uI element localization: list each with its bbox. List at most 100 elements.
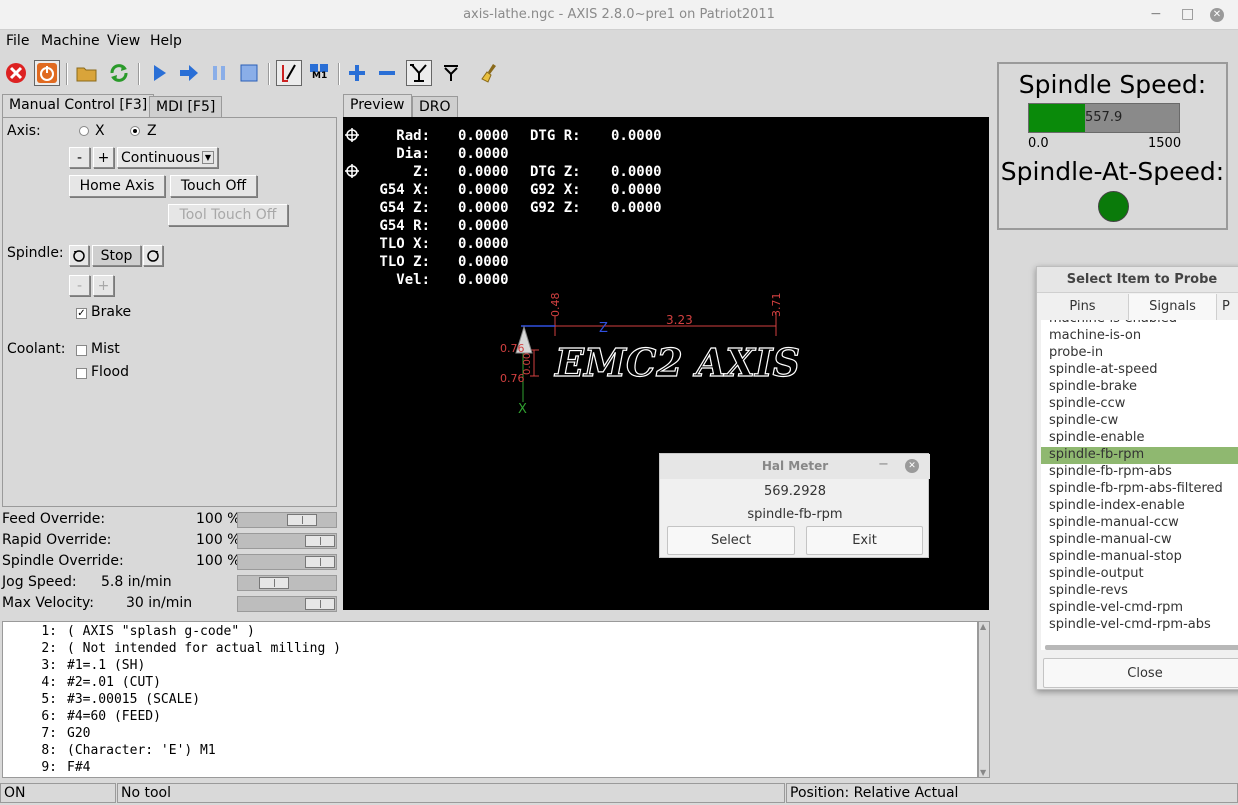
signal-list-item[interactable]: spindle-fb-rpm-abs-filtered [1041, 481, 1238, 498]
hal-meter-select-button[interactable]: Select [667, 526, 795, 555]
tab-mdi[interactable]: MDI [F5] [149, 96, 223, 118]
signal-list-item[interactable]: spindle-at-speed [1041, 362, 1238, 379]
probe-tab-params[interactable]: P [1222, 294, 1238, 320]
probe-close-button[interactable]: Close [1043, 658, 1238, 688]
tab-dro[interactable]: DRO [412, 96, 458, 118]
brake-label[interactable]: Brake [91, 304, 131, 320]
hal-meter-title: Hal Meter [761, 459, 829, 473]
dim-z-label: 3.23 [666, 313, 693, 327]
step-icon[interactable] [176, 60, 202, 86]
signal-list[interactable]: machine-is-enabledmachine-is-onprobe-ins… [1041, 320, 1238, 650]
minimize-icon[interactable]: − [1150, 6, 1162, 22]
close-icon[interactable]: ✕ [905, 459, 919, 473]
probe-tab-signals[interactable]: Signals [1129, 294, 1217, 320]
reload-icon[interactable] [106, 60, 132, 86]
signal-list-item[interactable]: machine-is-on [1041, 328, 1238, 345]
signal-list-item[interactable]: spindle-enable [1041, 430, 1238, 447]
mist-label[interactable]: Mist [91, 341, 120, 357]
spindle-plus-button[interactable]: + [93, 275, 114, 296]
feed-override-thumb[interactable] [287, 514, 317, 526]
rapid-override-thumb[interactable] [305, 535, 335, 547]
mist-checkbox[interactable] [76, 345, 87, 356]
jog-speed-thumb[interactable] [259, 577, 289, 589]
signal-list-item[interactable]: spindle-revs [1041, 583, 1238, 600]
probe-tab-pins[interactable]: Pins [1037, 294, 1129, 320]
view-y-rotated-icon[interactable] [438, 60, 464, 86]
open-folder-icon[interactable] [74, 60, 100, 86]
signal-list-item[interactable]: spindle-fb-rpm-abs [1041, 464, 1238, 481]
title-bar: axis-lathe.ngc - AXIS 2.8.0~pre1 on Patr… [0, 0, 1238, 30]
run-icon[interactable] [146, 60, 172, 86]
gcode-line-text: #2=.01 (CUT) [67, 675, 161, 690]
spindle-override-slider[interactable] [237, 554, 337, 570]
signal-list-item[interactable]: spindle-cw [1041, 413, 1238, 430]
jog-minus-button[interactable]: - [69, 147, 90, 168]
max-velocity-slider[interactable] [237, 596, 337, 612]
spindle-override-thumb[interactable] [305, 556, 335, 568]
tab-manual-control[interactable]: Manual Control [F3] [2, 94, 155, 118]
tab-preview[interactable]: Preview [343, 94, 412, 118]
toggle-skip-icon[interactable] [276, 60, 302, 86]
mdi-icon[interactable]: M1 [306, 60, 332, 86]
zoom-in-icon[interactable] [344, 60, 370, 86]
rapid-override-value: 100 % [196, 532, 241, 548]
touch-off-button[interactable]: Touch Off [170, 175, 257, 197]
flood-checkbox[interactable] [76, 368, 87, 379]
signal-list-item[interactable]: spindle-index-enable [1041, 498, 1238, 515]
view-y-icon[interactable] [406, 60, 432, 86]
max-velocity-thumb[interactable] [305, 598, 335, 610]
gcode-line-text: (Character: 'E') M1 [67, 743, 216, 758]
zoom-out-icon[interactable] [374, 60, 400, 86]
rapid-override-slider[interactable] [237, 533, 337, 549]
spindle-ccw-button[interactable] [69, 245, 89, 266]
close-icon[interactable]: ✕ [1210, 8, 1224, 22]
axis-x-radio[interactable] [79, 126, 89, 136]
flood-label[interactable]: Flood [91, 364, 129, 380]
menu-file[interactable]: File [6, 33, 29, 49]
axis-label: Axis: [7, 123, 41, 139]
brake-checkbox[interactable]: ✓ [76, 308, 87, 319]
gcode-line-number: 7: [41, 726, 57, 741]
menu-machine[interactable]: Machine [41, 33, 100, 49]
jog-mode-select[interactable]: Continuous ▼ [117, 147, 218, 168]
spindle-cw-button[interactable] [143, 245, 163, 266]
power-icon[interactable] [34, 60, 60, 86]
gcode-listing[interactable]: 1: ( AXIS "splash g-code" ) 2: ( Not intend… [2, 621, 978, 778]
tool-touch-off-button[interactable]: Tool Touch Off [168, 204, 288, 226]
feed-override-slider[interactable] [237, 512, 337, 528]
jog-plus-button[interactable]: + [93, 147, 114, 168]
signal-list-item[interactable]: spindle-ccw [1041, 396, 1238, 413]
rapid-override-label: Rapid Override: [2, 532, 112, 548]
signal-list-item[interactable]: spindle-manual-stop [1041, 549, 1238, 566]
maximize-icon[interactable]: □ [1181, 6, 1194, 22]
signal-list-item[interactable]: spindle-vel-cmd-rpm-abs [1041, 617, 1238, 634]
clear-plot-icon[interactable] [478, 60, 504, 86]
signal-list-scrollbar[interactable] [1045, 645, 1238, 650]
axis-z-label[interactable]: Z [147, 123, 157, 139]
axis-x-label[interactable]: X [95, 123, 105, 139]
menu-help[interactable]: Help [150, 33, 182, 49]
menu-view[interactable]: View [107, 33, 140, 49]
pause-icon[interactable] [206, 60, 232, 86]
jog-speed-slider[interactable] [237, 575, 337, 591]
hal-meter-exit-button[interactable]: Exit [806, 526, 923, 555]
estop-icon[interactable] [3, 60, 29, 86]
signal-list-item[interactable]: spindle-manual-ccw [1041, 515, 1238, 532]
scroll-down-icon[interactable]: ▼ [980, 768, 986, 777]
home-axis-button[interactable]: Home Axis [69, 175, 165, 197]
stop-icon[interactable] [236, 60, 262, 86]
signal-list-item[interactable]: machine-is-enabled [1041, 320, 1238, 328]
spindle-minus-button[interactable]: - [69, 275, 90, 296]
axis-z-radio[interactable] [130, 126, 140, 136]
signal-list-item[interactable]: spindle-output [1041, 566, 1238, 583]
signal-list-item[interactable]: spindle-fb-rpm [1041, 447, 1238, 464]
gcode-scrollbar[interactable]: ▲ ▼ [978, 621, 990, 778]
scroll-up-icon[interactable]: ▲ [980, 622, 986, 631]
dim-left-label: 0.48 [549, 293, 562, 318]
spindle-stop-button[interactable]: Stop [92, 245, 141, 266]
signal-list-item[interactable]: probe-in [1041, 345, 1238, 362]
signal-list-item[interactable]: spindle-brake [1041, 379, 1238, 396]
signal-list-item[interactable]: spindle-manual-cw [1041, 532, 1238, 549]
signal-list-item[interactable]: spindle-vel-cmd-rpm [1041, 600, 1238, 617]
minimize-icon[interactable]: − [878, 457, 889, 472]
